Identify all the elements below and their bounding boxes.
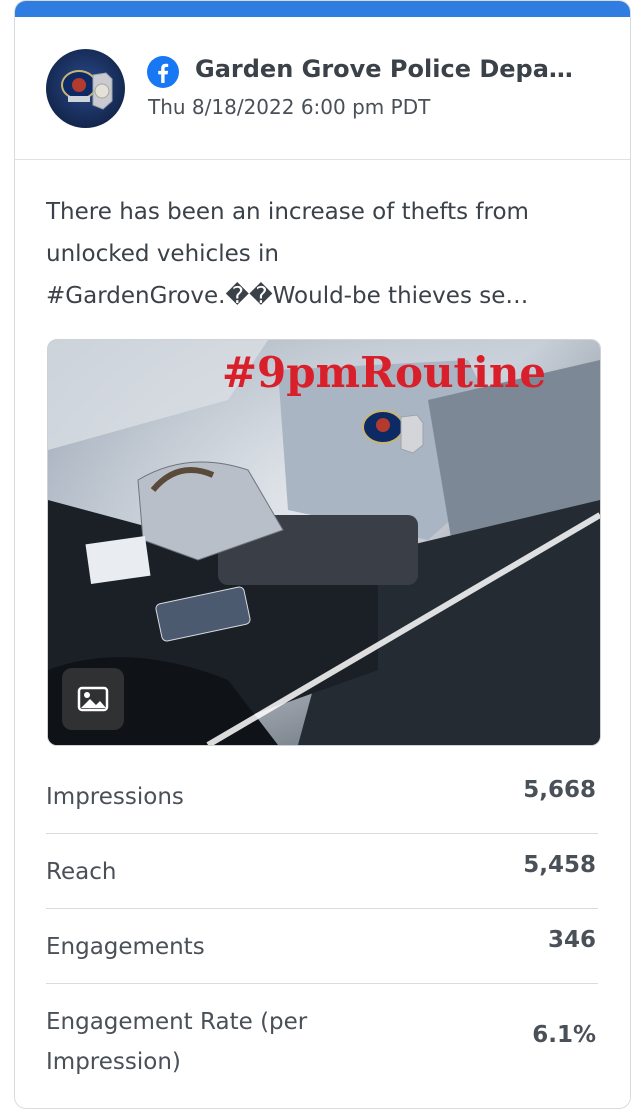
image-icon[interactable]	[62, 668, 124, 730]
card-top-accent	[15, 1, 630, 17]
stat-value: 346	[547, 927, 596, 953]
stat-label: Engagements	[46, 934, 205, 960]
stat-row-engagements: Engagements 346	[46, 909, 598, 984]
image-icon-glyph	[77, 686, 109, 712]
stat-label: Reach	[46, 859, 117, 885]
post-header: Garden Grove Police Depa… Thu 8/18/2022 …	[15, 17, 630, 160]
stat-value: 5,458	[523, 852, 596, 878]
post-text-line: unlocked vehicles in	[46, 241, 279, 267]
stat-value: 6.1%	[532, 1022, 596, 1048]
post-image[interactable]: #9pmRoutine	[47, 339, 601, 746]
post-text: There has been an increase of thefts fro…	[46, 191, 591, 317]
car-interior-photo	[48, 340, 600, 745]
page-title[interactable]: Garden Grove Police Depa…	[195, 55, 615, 83]
stat-label: Impressions	[46, 784, 184, 810]
stat-row-impressions: Impressions 5,668	[46, 759, 598, 834]
stat-value: 5,668	[523, 777, 596, 803]
avatar[interactable]	[46, 49, 125, 128]
facebook-icon	[147, 56, 179, 88]
stat-row-reach: Reach 5,458	[46, 834, 598, 909]
post-text-line: #GardenGrove.��Would-be thieves se…	[46, 283, 529, 309]
police-badge-logo	[61, 70, 113, 110]
post-stats: Impressions 5,668 Reach 5,458 Engagement…	[46, 759, 598, 1094]
stat-row-engagement-rate: Engagement Rate (per Impression) 6.1%	[46, 984, 598, 1094]
post-text-line: There has been an increase of thefts fro…	[46, 199, 529, 225]
post-timestamp: Thu 8/18/2022 6:00 pm PDT	[148, 95, 431, 119]
stat-label: Engagement Rate (per Impression)	[46, 1009, 308, 1075]
post-card: Garden Grove Police Depa… Thu 8/18/2022 …	[14, 0, 631, 1109]
image-caption: #9pmRoutine	[221, 348, 547, 397]
